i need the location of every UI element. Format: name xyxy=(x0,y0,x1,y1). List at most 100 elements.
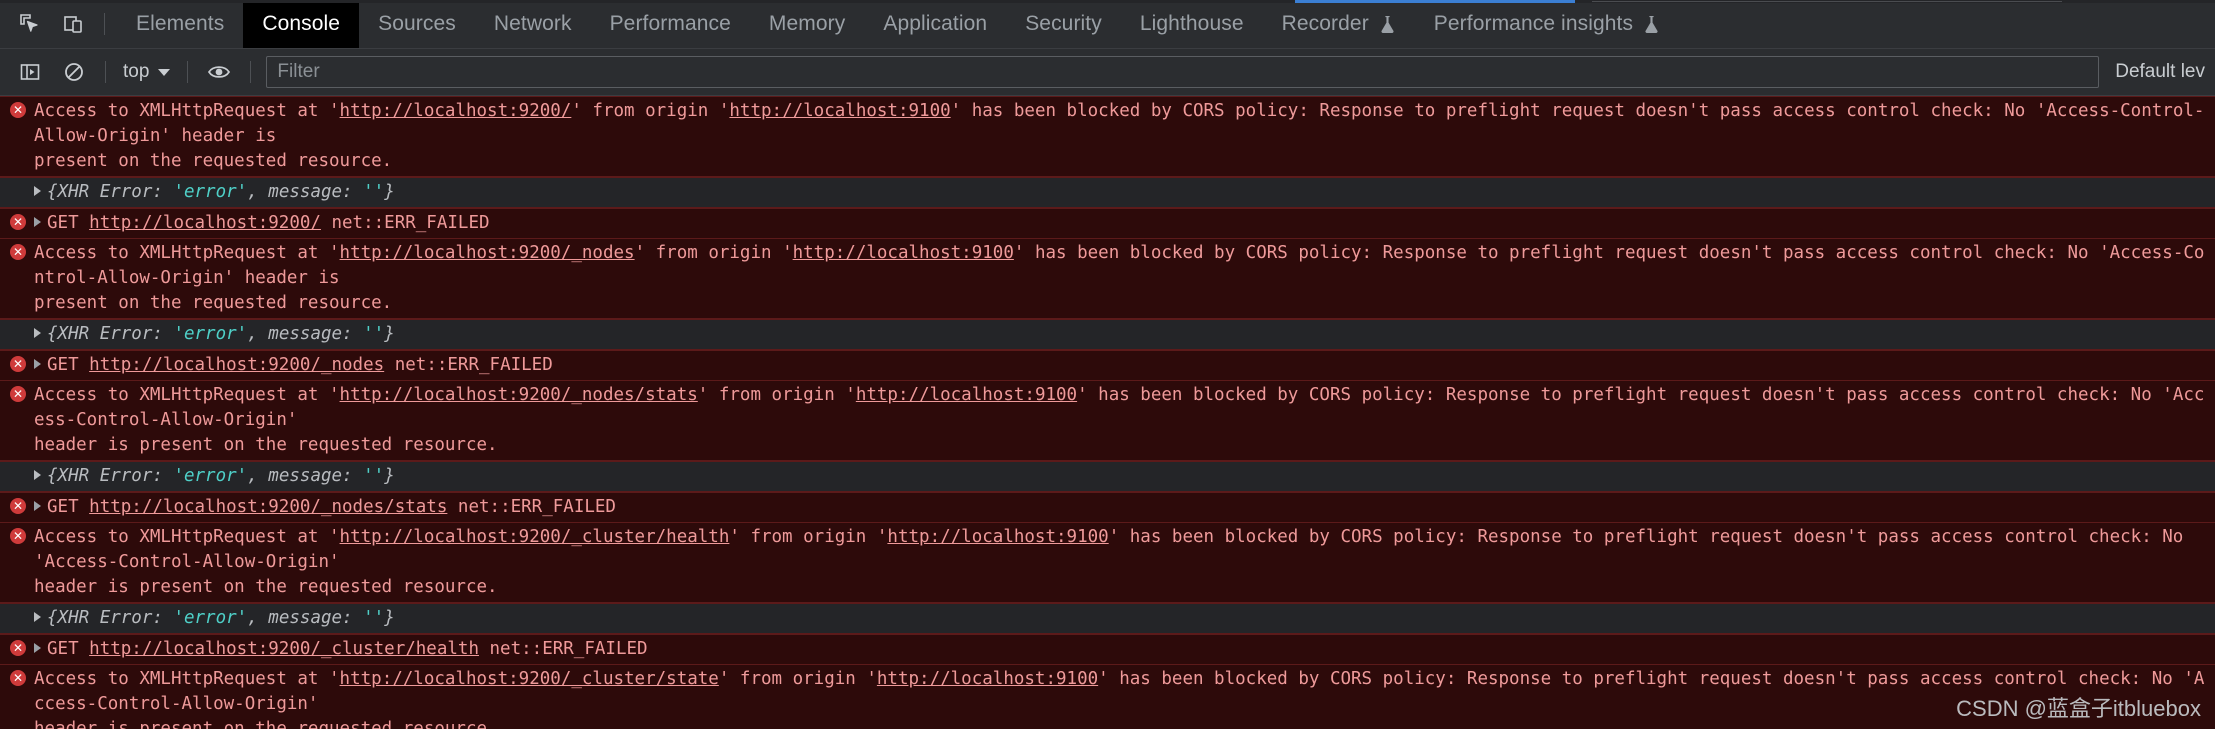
msg-part: header is present on the requested resou… xyxy=(34,719,498,729)
expand-arrow-icon[interactable] xyxy=(34,328,41,338)
tabbar-divider xyxy=(104,13,105,35)
console-link[interactable]: http://localhost:9200/_nodes xyxy=(340,243,635,263)
xhr-object: {XHR Error: 'error', message: ''} xyxy=(47,182,395,202)
console-link[interactable]: http://localhost:9200/_nodes xyxy=(89,355,384,375)
msg-part: Access to XMLHttpRequest at 'http://loca… xyxy=(34,243,2205,288)
expand-arrow-icon[interactable] xyxy=(34,470,41,480)
tab-label: Application xyxy=(883,12,988,35)
console-message-text: {XHR Error: 'error', message: ''} xyxy=(34,606,2215,631)
error-icon: ✕ xyxy=(10,214,26,230)
tab-memory[interactable]: Memory xyxy=(750,0,864,48)
expand-arrow-icon[interactable] xyxy=(34,612,41,622)
msg-part: GET http://localhost:9200/_cluster/healt… xyxy=(47,639,648,659)
flask-icon xyxy=(1379,15,1396,34)
clear-console-icon[interactable] xyxy=(57,55,91,89)
console-link[interactable]: http://localhost:9200/_cluster/health xyxy=(89,639,479,659)
tabbar-top-accent xyxy=(0,0,2215,3)
console-sidebar-icon[interactable] xyxy=(13,55,47,89)
msg-part: GET http://localhost:9200/ net::ERR_FAIL… xyxy=(47,213,490,233)
expand-arrow-icon[interactable] xyxy=(34,186,41,196)
console-message-text: {XHR Error: 'error', message: ''} xyxy=(34,464,2215,489)
console-link[interactable]: http://localhost:9100 xyxy=(877,669,1098,689)
console-error-row[interactable]: ✕ Access to XMLHttpRequest at 'http://lo… xyxy=(0,239,2215,319)
console-error-row[interactable]: ✕ Access to XMLHttpRequest at 'http://lo… xyxy=(0,665,2215,729)
xhr-object: {XHR Error: 'error', message: ''} xyxy=(47,608,395,628)
console-message-text: GET http://localhost:9200/_nodes net::ER… xyxy=(34,353,2215,378)
console-error-row[interactable]: ✕ GET http://localhost:9200/_cluster/hea… xyxy=(0,634,2215,665)
error-icon: ✕ xyxy=(10,244,26,260)
eye-icon[interactable] xyxy=(202,55,236,89)
panel-tabs: Elements Console Sources Network Perform… xyxy=(117,0,2215,48)
console-link[interactable]: http://localhost:9200/_cluster/health xyxy=(340,527,730,547)
chevron-down-icon xyxy=(158,68,171,76)
console-link[interactable]: http://localhost:9200/ xyxy=(89,213,321,233)
console-error-row[interactable]: ✕ GET http://localhost:9200/_nodes/stats… xyxy=(0,492,2215,523)
log-level-select[interactable]: Default lev xyxy=(2099,61,2215,83)
tab-performance[interactable]: Performance xyxy=(591,0,750,48)
expand-arrow-icon[interactable] xyxy=(34,501,41,511)
console-message-text: Access to XMLHttpRequest at 'http://loca… xyxy=(34,241,2215,316)
expand-arrow-icon[interactable] xyxy=(34,359,41,369)
flask-icon xyxy=(1643,15,1660,34)
console-error-row[interactable]: ✕ Access to XMLHttpRequest at 'http://lo… xyxy=(0,381,2215,461)
error-icon: ✕ xyxy=(10,640,26,656)
msg-part: Access to XMLHttpRequest at 'http://loca… xyxy=(34,669,2205,714)
toolbar-divider xyxy=(187,61,189,83)
msg-part: GET http://localhost:9200/_nodes/stats n… xyxy=(47,497,616,517)
console-xhr-row[interactable]: {XHR Error: 'error', message: ''} xyxy=(0,603,2215,634)
console-link[interactable]: http://localhost:9100 xyxy=(887,527,1108,547)
toolbar-divider xyxy=(250,61,252,83)
console-message-text: Access to XMLHttpRequest at 'http://loca… xyxy=(34,383,2215,458)
accent-underline xyxy=(1295,0,1575,3)
console-xhr-row[interactable]: {XHR Error: 'error', message: ''} xyxy=(0,461,2215,492)
tab-console[interactable]: Console xyxy=(243,0,360,48)
tab-lighthouse[interactable]: Lighthouse xyxy=(1121,0,1263,48)
msg-part: GET http://localhost:9200/_nodes net::ER… xyxy=(47,355,553,375)
console-error-row[interactable]: ✕ GET http://localhost:9200/ net::ERR_FA… xyxy=(0,208,2215,239)
tab-security[interactable]: Security xyxy=(1006,0,1121,48)
console-error-row[interactable]: ✕ Access to XMLHttpRequest at 'http://lo… xyxy=(0,96,2215,177)
tab-recorder[interactable]: Recorder xyxy=(1263,0,1415,48)
console-message-list[interactable]: ✕ Access to XMLHttpRequest at 'http://lo… xyxy=(0,96,2215,729)
tab-application[interactable]: Application xyxy=(864,0,1006,48)
expand-arrow-icon[interactable] xyxy=(34,217,41,227)
console-link[interactable]: http://localhost:9100 xyxy=(856,385,1077,405)
console-message-text: Access to XMLHttpRequest at 'http://loca… xyxy=(34,667,2215,729)
msg-part: Access to XMLHttpRequest at 'http://loca… xyxy=(34,527,2194,572)
console-link[interactable]: http://localhost:9200/_nodes/stats xyxy=(89,497,447,517)
tab-network[interactable]: Network xyxy=(475,0,591,48)
console-error-row[interactable]: ✕ GET http://localhost:9200/_nodes net::… xyxy=(0,350,2215,381)
log-level-label: Default lev xyxy=(2115,61,2205,82)
context-value: top xyxy=(123,61,150,82)
console-xhr-row[interactable]: {XHR Error: 'error', message: ''} xyxy=(0,319,2215,350)
console-xhr-row[interactable]: {XHR Error: 'error', message: ''} xyxy=(0,177,2215,208)
console-message-text: GET http://localhost:9200/_cluster/healt… xyxy=(34,637,2215,662)
msg-part: header is present on the requested resou… xyxy=(34,435,498,455)
error-icon: ✕ xyxy=(10,356,26,372)
tab-label: Sources xyxy=(378,12,456,35)
console-link[interactable]: http://localhost:9200/_nodes/stats xyxy=(340,385,698,405)
tab-elements[interactable]: Elements xyxy=(117,0,243,48)
inspect-element-icon[interactable] xyxy=(16,10,44,38)
console-link[interactable]: http://localhost:9100 xyxy=(793,243,1014,263)
console-message-text: {XHR Error: 'error', message: ''} xyxy=(34,322,2215,347)
error-icon: ✕ xyxy=(10,670,26,686)
console-error-row[interactable]: ✕ Access to XMLHttpRequest at 'http://lo… xyxy=(0,523,2215,603)
tab-label: Elements xyxy=(136,12,225,35)
console-link[interactable]: http://localhost:9200/_cluster/state xyxy=(340,669,719,689)
expand-arrow-icon[interactable] xyxy=(34,643,41,653)
console-link[interactable]: http://localhost:9200/ xyxy=(340,101,572,121)
tab-performance-insights[interactable]: Performance insights xyxy=(1415,0,1679,48)
filter-input[interactable] xyxy=(266,56,2100,88)
console-link[interactable]: http://localhost:9100 xyxy=(729,101,950,121)
console-message-text: {XHR Error: 'error', message: ''} xyxy=(34,180,2215,205)
console-toolbar: top Default lev xyxy=(0,49,2215,96)
toolbar-divider xyxy=(105,61,106,83)
device-toolbar-icon[interactable] xyxy=(60,10,88,38)
javascript-context-select[interactable]: top xyxy=(115,57,178,87)
tab-sources[interactable]: Sources xyxy=(359,0,475,48)
tab-label: Network xyxy=(493,12,572,35)
console-message-text: Access to XMLHttpRequest at 'http://loca… xyxy=(34,525,2215,600)
xhr-object: {XHR Error: 'error', message: ''} xyxy=(47,324,395,344)
xhr-object: {XHR Error: 'error', message: ''} xyxy=(47,466,395,486)
